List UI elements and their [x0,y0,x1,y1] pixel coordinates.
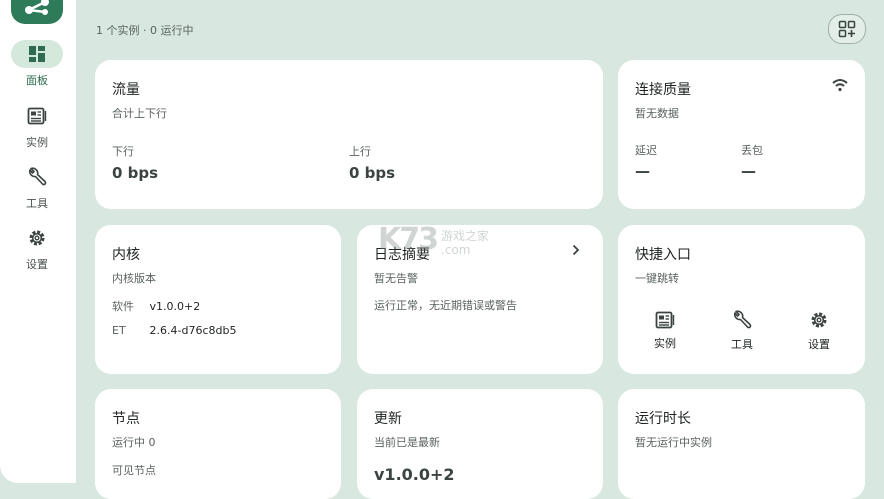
software-version-row: 软件 v1.0.0+2 [112,298,200,314]
card-subtitle: 暂无运行中实例 [635,436,712,449]
packet-loss-value: — [741,162,756,180]
gear-icon [811,312,827,328]
quick-item-label: 实例 [654,337,676,350]
latency-label: 延迟 [635,144,657,157]
quick-tools-button[interactable]: 工具 [717,310,767,352]
card-title: 节点 [112,411,140,427]
card-title: 内核 [112,247,140,263]
packet-loss-label: 丢包 [741,144,763,157]
software-version: v1.0.0+2 [149,300,201,313]
app-logo[interactable] [11,0,63,24]
gear-icon [29,230,45,246]
card-subtitle: 内核版本 [112,272,156,285]
sidebar-item-tools[interactable]: 工具 [8,163,66,211]
card-title: 连接质量 [635,82,691,98]
card-subtitle: 一键跳转 [635,272,679,285]
wifi-icon [832,79,848,92]
connection-quality-card: 连接质量 暂无数据 延迟 — 丢包 — [618,60,865,209]
upload-value: 0 bps [349,164,396,182]
card-subtitle: 暂无数据 [635,107,679,120]
share-nodes-icon [25,0,49,15]
card-title: 运行时长 [635,411,691,427]
upload-label: 上行 [349,145,371,158]
card-title: 快捷入口 [635,247,691,263]
quick-access-card: 快捷入口 一键跳转 实例 工具 设置 [618,225,865,374]
card-subtitle: 当前已是最新 [374,436,440,449]
sidebar-item-label: 设置 [26,258,48,271]
sidebar-item-settings[interactable]: 设置 [8,224,66,272]
sidebar: 面板 实例 工具 设置 [0,0,76,483]
software-label: 软件 [112,300,134,313]
download-label: 下行 [112,145,134,158]
et-version: 2.6.4-d76c8db5 [149,324,237,337]
current-version: v1.0.0+2 [374,465,455,484]
card-subtitle: 暂无告警 [374,272,418,285]
sidebar-item-label: 面板 [26,74,48,87]
sidebar-item-label: 实例 [26,136,48,149]
grid-add-icon [838,20,856,38]
instance-summary: 1 个实例 · 0 运行中 [96,24,194,37]
instances-icon [27,107,47,125]
log-status-message: 运行正常，无近期错误或警告 [374,299,517,312]
wrench-icon [28,167,47,186]
card-subtitle: 合计上下行 [112,107,167,120]
dashboard-content: 1 个实例 · 0 运行中 流量 合计上下行 下行 0 bps 上行 0 bps… [76,0,884,499]
log-summary-card[interactable]: 日志摘要 暂无告警 运行正常，无近期错误或警告 [357,225,603,374]
visible-nodes-label: 可见节点 [112,464,156,477]
sidebar-item-label: 工具 [26,197,48,210]
card-title: 日志摘要 [374,247,430,263]
latency-value: — [635,162,650,180]
card-title: 更新 [374,411,402,427]
chevron-right-icon[interactable] [571,244,581,256]
card-subtitle: 运行中 0 [112,436,156,449]
et-version-row: ET 2.6.4-d76c8db5 [112,324,236,337]
quick-item-label: 工具 [731,338,753,351]
dashboard-icon [29,46,45,62]
customize-layout-button[interactable] [828,14,866,44]
instances-icon [655,311,675,329]
wrench-icon [733,310,752,329]
quick-item-label: 设置 [808,338,830,351]
quick-settings-button[interactable]: 设置 [794,310,844,352]
sidebar-item-dashboard[interactable]: 面板 [8,40,66,88]
et-label: ET [112,324,126,337]
quick-instances-button[interactable]: 实例 [640,311,690,351]
traffic-card: 流量 合计上下行 下行 0 bps 上行 0 bps [95,60,603,209]
kernel-card: 内核 内核版本 软件 v1.0.0+2 ET 2.6.4-d76c8db5 [95,225,341,374]
card-title: 流量 [112,82,140,98]
sidebar-item-instances[interactable]: 实例 [8,102,66,150]
download-value: 0 bps [112,164,159,182]
